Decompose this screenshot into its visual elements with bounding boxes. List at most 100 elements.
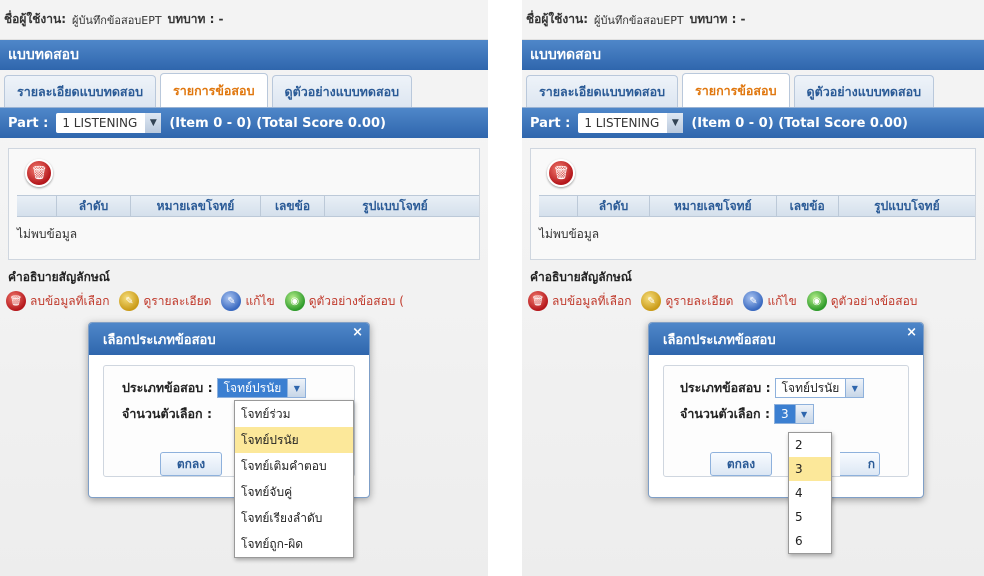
- count-label: จำนวนตัวเลือก :: [680, 406, 770, 421]
- edit-icon: ✎: [743, 291, 764, 311]
- legend-delete: ลบข้อมูลที่เลือก: [552, 293, 632, 308]
- part-info: (Item 0 - 0) (Total Score 0.00): [691, 115, 908, 131]
- part-select-value: 1 LISTENING: [62, 116, 138, 130]
- role-label: บทบาท : -: [689, 12, 746, 26]
- legend-edit: แก้ไข: [245, 293, 275, 308]
- empty-message: ไม่พบข้อมูล: [539, 227, 600, 241]
- trash-icon[interactable]: 🗑: [25, 159, 53, 187]
- tab-bar: รายละเอียดแบบทดสอบ รายการข้อสอบ ดูตัวอย่…: [0, 70, 488, 108]
- legend-detail: ดูรายละเอียด: [665, 293, 734, 308]
- chevron-down-icon[interactable]: ▼: [794, 405, 813, 423]
- part-select-value: 1 LISTENING: [584, 116, 660, 130]
- grid-col-question-type[interactable]: รูปแบบโจทย์: [839, 196, 975, 216]
- count-row: จำนวนตัวเลือก : 3 ▼: [680, 404, 814, 424]
- tab-test-details[interactable]: รายละเอียดแบบทดสอบ: [526, 75, 679, 107]
- question-grid: 🗑 ลำดับ หมายเลขโจทย์ เลขข้อ รูปแบบโจทย์ …: [530, 148, 976, 260]
- count-select-value: 3: [774, 405, 795, 423]
- grid-col-order[interactable]: ลำดับ: [57, 196, 131, 216]
- option-count-3[interactable]: 3: [789, 457, 831, 481]
- option-ordering[interactable]: โจทย์เรียงลำดับ: [235, 505, 353, 531]
- tab-question-list[interactable]: รายการข้อสอบ: [160, 73, 268, 107]
- legend-title: คำอธิบายสัญลักษณ์: [530, 270, 632, 284]
- option-count-5[interactable]: 5: [789, 505, 831, 529]
- tab-test-preview[interactable]: ดูตัวอย่างแบบทดสอบ: [793, 75, 935, 107]
- type-select[interactable]: โจทย์ปรนัย ▼: [216, 378, 307, 398]
- type-row: ประเภทข้อสอบ : โจทย์ปรนัย ▼: [122, 378, 307, 398]
- right-screenshot-panel: ชื่อผู้ใช้งาน: ผู้บันทึกข้อสอบEPT บทบาท …: [522, 0, 984, 576]
- ok-button[interactable]: ตกลง: [710, 452, 772, 476]
- grid-header: ลำดับ หมายเลขโจทย์ เลขข้อ รูปแบบโจทย์: [17, 195, 479, 217]
- edit-icon: ✎: [221, 291, 242, 311]
- count-dropdown: 2 3 4 5 6: [788, 432, 832, 554]
- grid-col-item-no[interactable]: เลขข้อ: [261, 196, 325, 216]
- legend-row: 🗑 ลบข้อมูลที่เลือก ✎ ดูรายละเอียด ✎ แก้ไ…: [528, 291, 984, 311]
- question-grid: 🗑 ลำดับ หมายเลขโจทย์ เลขข้อ รูปแบบโจทย์ …: [8, 148, 480, 260]
- dialog-title: เลือกประเภทข้อสอบ ×: [649, 323, 923, 355]
- tab-question-list[interactable]: รายการข้อสอบ: [682, 73, 790, 107]
- option-matching[interactable]: โจทย์จับคู่: [235, 479, 353, 505]
- type-dropdown: โจทย์ร่วม โจทย์ปรนัย โจทย์เติมคำตอบ โจทย…: [234, 400, 354, 558]
- select-type-dialog: เลือกประเภทข้อสอบ × ประเภทข้อสอบ : โจทย์…: [648, 322, 924, 498]
- grid-header-check: [539, 196, 578, 216]
- legend-delete: ลบข้อมูลที่เลือก: [30, 293, 110, 308]
- user-label: ชื่อผู้ใช้งาน:: [4, 12, 66, 26]
- user-bar: ชื่อผู้ใช้งาน: ผู้บันทึกข้อสอบEPT บทบาท …: [0, 0, 488, 40]
- legend-detail: ดูรายละเอียด: [143, 293, 212, 308]
- role-label: บทบาท : -: [167, 12, 224, 26]
- panel-gap: [488, 0, 522, 576]
- tab-bar: รายละเอียดแบบทดสอบ รายการข้อสอบ ดูตัวอย่…: [522, 70, 984, 108]
- tab-test-preview[interactable]: ดูตัวอย่างแบบทดสอบ: [271, 75, 413, 107]
- part-bar: Part : 1 LISTENING ▼ (Item 0 - 0) (Total…: [0, 108, 488, 138]
- dialog-body: ประเภทข้อสอบ : โจทย์ปรนัย ▼ จำนวนตัวเลือ…: [663, 365, 909, 477]
- legend-row: 🗑 ลบข้อมูลที่เลือก ✎ ดูรายละเอียด ✎ แก้ไ…: [6, 291, 488, 311]
- dialog-title-text: เลือกประเภทข้อสอบ: [103, 332, 216, 348]
- chevron-down-icon[interactable]: ▼: [667, 113, 684, 133]
- close-icon[interactable]: ×: [352, 325, 363, 340]
- count-select[interactable]: 3 ▼: [773, 404, 814, 424]
- eye-icon: ◉: [806, 291, 827, 311]
- detail-icon: ✎: [119, 291, 140, 311]
- legend-view: ดูตัวอย่างข้อสอบ: [830, 293, 918, 308]
- grid-col-item-no[interactable]: เลขข้อ: [777, 196, 839, 216]
- type-select-value: โจทย์ปรนัย: [217, 379, 288, 397]
- dialog-title: เลือกประเภทข้อสอบ ×: [89, 323, 369, 355]
- close-icon[interactable]: ×: [906, 325, 917, 340]
- type-select[interactable]: โจทย์ปรนัย ▼: [774, 378, 865, 398]
- user-value: ผู้บันทึกข้อสอบEPT: [594, 13, 684, 27]
- tab-test-details[interactable]: รายละเอียดแบบทดสอบ: [4, 75, 157, 107]
- option-count-6[interactable]: 6: [789, 529, 831, 553]
- count-row: จำนวนตัวเลือก :: [122, 404, 212, 424]
- grid-header-check: [17, 196, 57, 216]
- part-select[interactable]: 1 LISTENING ▼: [56, 113, 162, 133]
- part-info: (Item 0 - 0) (Total Score 0.00): [169, 115, 386, 131]
- legend-edit: แก้ไข: [767, 293, 797, 308]
- grid-col-question-no[interactable]: หมายเลขโจทย์: [650, 196, 777, 216]
- delete-icon: 🗑: [528, 291, 548, 311]
- grid-col-question-type[interactable]: รูปแบบโจทย์: [325, 196, 465, 216]
- option-count-4[interactable]: 4: [789, 481, 831, 505]
- grid-col-question-no[interactable]: หมายเลขโจทย์: [131, 196, 261, 216]
- chevron-down-icon[interactable]: ▼: [845, 379, 864, 397]
- grid-col-order[interactable]: ลำดับ: [578, 196, 650, 216]
- left-screenshot-panel: ชื่อผู้ใช้งาน: ผู้บันทึกข้อสอบEPT บทบาท …: [0, 0, 488, 576]
- cancel-button[interactable]: ก: [840, 452, 880, 476]
- chevron-down-icon[interactable]: ▼: [287, 379, 306, 397]
- option-fill-in[interactable]: โจทย์เติมคำตอบ: [235, 453, 353, 479]
- type-label: ประเภทข้อสอบ :: [680, 380, 771, 395]
- option-multiple-choice[interactable]: โจทย์ปรนัย: [235, 427, 353, 453]
- page-title: แบบทดสอบ: [0, 40, 488, 70]
- type-select-value: โจทย์ปรนัย: [781, 380, 840, 395]
- trash-icon[interactable]: 🗑: [547, 159, 575, 187]
- option-count-2[interactable]: 2: [789, 433, 831, 457]
- legend-title: คำอธิบายสัญลักษณ์: [8, 270, 110, 284]
- option-shared[interactable]: โจทย์ร่วม: [235, 401, 353, 427]
- part-label: Part :: [8, 115, 49, 131]
- chevron-down-icon[interactable]: ▼: [145, 113, 162, 133]
- empty-message: ไม่พบข้อมูล: [17, 227, 78, 241]
- option-true-false[interactable]: โจทย์ถูก-ผิด: [235, 531, 353, 557]
- eye-icon: ◉: [284, 291, 305, 311]
- user-bar: ชื่อผู้ใช้งาน: ผู้บันทึกข้อสอบEPT บทบาท …: [522, 0, 984, 40]
- user-value: ผู้บันทึกข้อสอบEPT: [72, 13, 162, 27]
- ok-button[interactable]: ตกลง: [160, 452, 222, 476]
- part-select[interactable]: 1 LISTENING ▼: [578, 113, 684, 133]
